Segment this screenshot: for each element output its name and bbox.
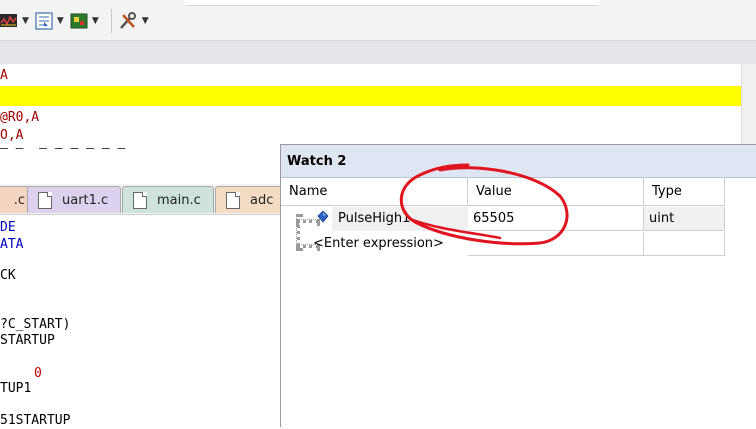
watch-row-value xyxy=(468,232,644,256)
logic-analyzer-icon xyxy=(0,14,17,27)
scrollbar[interactable] xyxy=(741,64,756,154)
tab-uart1[interactable]: uart1.c xyxy=(27,186,121,213)
logic-analyzer-button[interactable]: ▼ xyxy=(0,9,35,33)
column-header-type[interactable]: Type xyxy=(644,178,725,206)
tab-file[interactable]: .c xyxy=(0,186,30,213)
enter-expression-field[interactable]: <Enter expression> xyxy=(308,232,468,256)
watch-row-type: uint xyxy=(644,207,725,231)
current-line-highlight xyxy=(0,86,756,106)
tab-main[interactable]: main.c xyxy=(122,186,214,213)
disassembly-line: A xyxy=(0,68,8,83)
code-line: ?C_START) xyxy=(0,317,71,332)
system-viewer-button[interactable]: ▼ xyxy=(70,9,105,33)
trace-icon xyxy=(35,12,53,30)
toolbar-buttons: ▼ ▼ ▼ ▼ xyxy=(0,8,155,34)
disassembly-view[interactable]: A @R0,A O,A — — — — — — — — xyxy=(0,64,756,154)
file-icon xyxy=(133,191,147,209)
watch-window: Watch 2 Name Value Type PulseHigh1 65505… xyxy=(280,144,756,427)
tab-label: adc xyxy=(250,192,274,208)
watch-title: Watch 2 xyxy=(287,154,347,169)
code-line: 0 xyxy=(34,366,42,381)
tools-icon xyxy=(119,12,136,29)
chevron-down-icon[interactable]: ▼ xyxy=(22,16,29,26)
column-header-name[interactable]: Name xyxy=(281,178,468,206)
code-line: 51STARTUP xyxy=(0,413,71,428)
file-icon xyxy=(226,191,240,209)
chevron-down-icon[interactable]: ▼ xyxy=(57,16,64,26)
tab-adc[interactable]: adc xyxy=(215,186,287,213)
disassembly-line: — — — — — — — — xyxy=(0,144,126,154)
disassembly-line: O,A xyxy=(0,128,24,143)
watch-row-type xyxy=(644,232,725,256)
chevron-down-icon[interactable]: ▼ xyxy=(92,16,99,26)
system-viewer-icon xyxy=(70,13,88,29)
tools-button[interactable]: ▼ xyxy=(118,9,155,33)
toolbar: ▼ ▼ ▼ ▼ xyxy=(0,0,756,41)
trace-button[interactable]: ▼ xyxy=(35,9,70,33)
window-header-band xyxy=(0,41,756,64)
tab-label: uart1.c xyxy=(62,192,109,208)
toolbar-top-edge xyxy=(185,0,599,6)
code-line: STARTUP xyxy=(0,333,55,348)
code-editor[interactable]: DE ATA CK ?C_START) STARTUP 0 TUP1 51STA… xyxy=(0,215,280,428)
toolbar-separator xyxy=(110,9,112,33)
watch-titlebar[interactable]: Watch 2 xyxy=(281,145,756,178)
column-header-value[interactable]: Value xyxy=(468,178,644,206)
editor-tabs: .c uart1.c main.c adc xyxy=(0,184,287,215)
tab-label: .c xyxy=(13,192,25,208)
code-line: CK xyxy=(0,268,16,283)
code-line: ATA xyxy=(0,237,24,252)
watch-row-value[interactable]: 65505 xyxy=(468,207,644,231)
chevron-down-icon[interactable]: ▼ xyxy=(142,16,149,26)
code-line: DE xyxy=(0,220,16,235)
tab-label: main.c xyxy=(157,192,201,208)
disassembly-line: @R0,A xyxy=(0,110,40,125)
variable-icon xyxy=(317,211,329,223)
watch-table: Name Value Type PulseHigh1 65505 uint <E… xyxy=(281,178,756,427)
file-icon xyxy=(38,191,52,209)
watch-row-name[interactable]: PulseHigh1 xyxy=(332,207,468,231)
code-line: TUP1 xyxy=(0,381,32,396)
